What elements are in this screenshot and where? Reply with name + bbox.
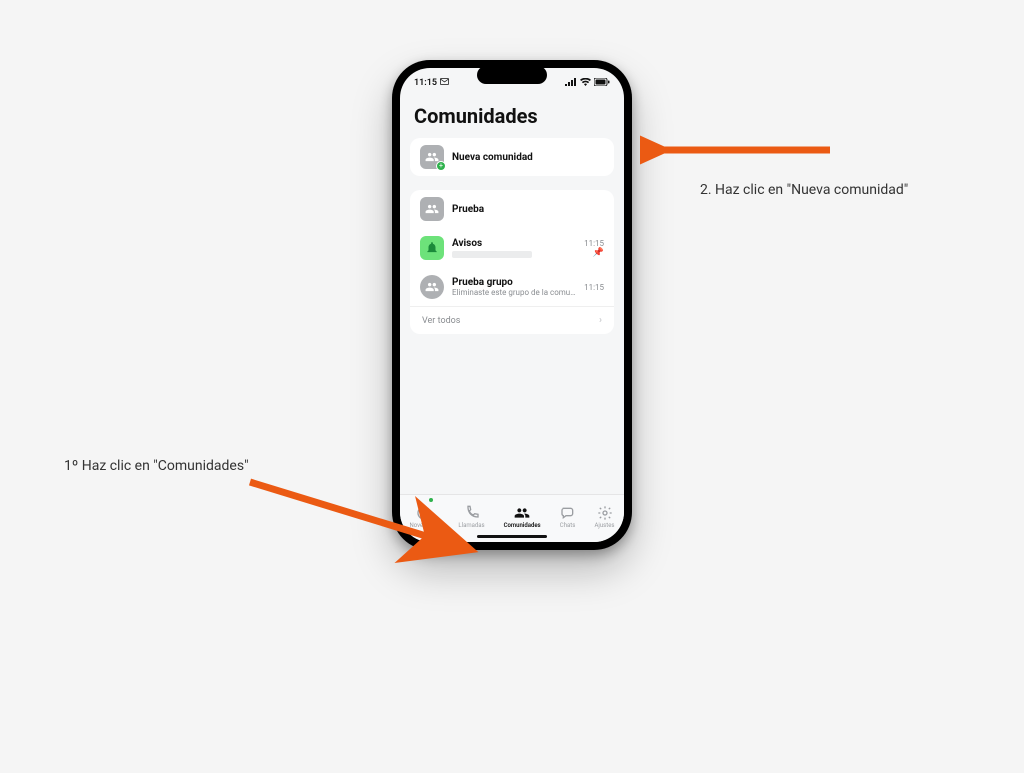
phone-notch: [477, 66, 547, 84]
group-time: 11:15: [584, 283, 604, 292]
signal-icon: [565, 78, 577, 89]
community-add-icon: +: [420, 145, 444, 169]
see-all-label: Ver todos: [422, 316, 460, 326]
page-title: Comunidades: [414, 104, 610, 128]
tab-label: Comunidades: [504, 522, 541, 529]
new-community-button[interactable]: + Nueva comunidad: [410, 138, 614, 176]
megaphone-icon: [420, 236, 444, 260]
new-community-card: + Nueva comunidad: [410, 138, 614, 176]
page-header: Comunidades: [400, 98, 624, 138]
see-all-button[interactable]: Ver todos ›: [410, 306, 614, 334]
tab-label: Chats: [560, 522, 576, 529]
mail-icon: [440, 78, 449, 88]
tab-label: Ajustes: [595, 522, 615, 529]
tab-comunidades[interactable]: Comunidades: [504, 505, 541, 529]
announcement-title: Avisos: [452, 238, 576, 249]
battery-icon: [594, 78, 610, 89]
group-subtitle: Eliminaste este grupo de la comu…: [452, 288, 576, 297]
tab-chats[interactable]: Chats: [560, 505, 576, 529]
community-name: Prueba: [452, 204, 604, 215]
group-avatar-icon: [420, 275, 444, 299]
announcement-row[interactable]: Avisos 11:15 📌: [410, 228, 614, 267]
chevron-right-icon: ›: [599, 315, 602, 326]
status-time: 11:15: [414, 78, 437, 88]
community-card: Prueba Avisos 11:15 📌: [410, 190, 614, 334]
announcement-time: 11:15: [584, 239, 604, 248]
announcement-preview: [452, 251, 532, 258]
community-icon: [420, 197, 444, 221]
arrow-step1: [240, 470, 500, 580]
group-title: Prueba grupo: [452, 277, 576, 288]
tab-ajustes[interactable]: Ajustes: [595, 505, 615, 529]
wifi-icon: [580, 78, 591, 89]
community-header-row[interactable]: Prueba: [410, 190, 614, 228]
arrow-step2: [640, 130, 840, 170]
group-row[interactable]: Prueba grupo Eliminaste este grupo de la…: [410, 267, 614, 306]
annotation-step1: 1º Haz clic en "Comunidades": [64, 458, 249, 474]
new-community-label: Nueva comunidad: [452, 152, 604, 163]
plus-badge-icon: +: [436, 161, 446, 171]
annotation-step2: 2. Haz clic en "Nueva comunidad": [700, 182, 908, 198]
pin-icon: 📌: [584, 248, 604, 258]
